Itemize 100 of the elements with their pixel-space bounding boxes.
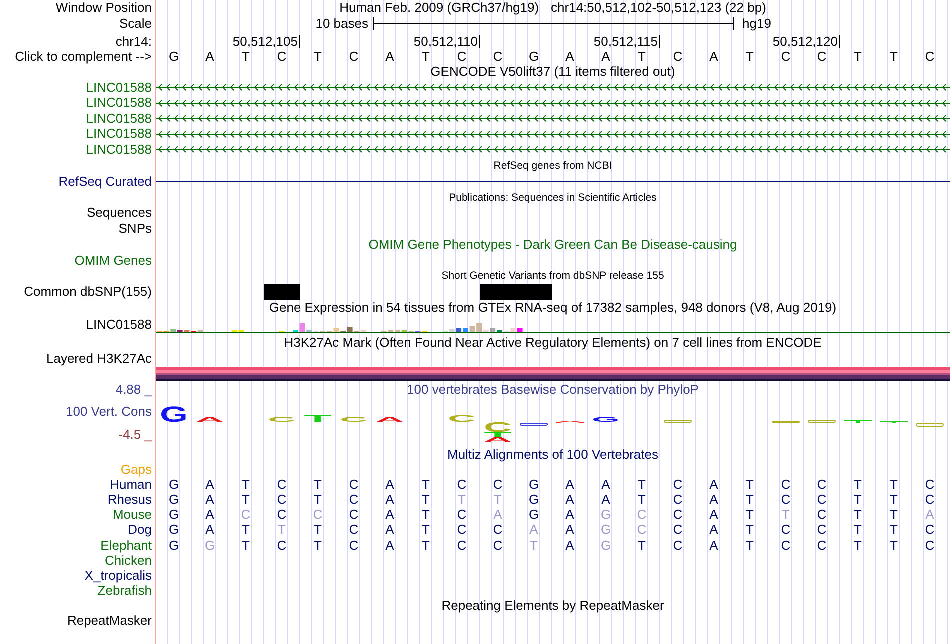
base-letter: A [602, 50, 610, 64]
track-label[interactable]: OMIM Genes [74, 254, 152, 268]
track-label[interactable]: Rhesus [108, 493, 152, 508]
alignment-base: T [746, 493, 754, 508]
alignment-base: T [422, 523, 430, 538]
base-letter: T [422, 50, 430, 64]
alignment-base: C [673, 538, 683, 553]
alignment-base: A [386, 493, 394, 508]
track-label[interactable]: 100 Vert. Cons [66, 405, 152, 418]
assembly-text: Human Feb. 2009 (GRCh37/hg19) [340, 1, 540, 15]
ruler-label: 50,512,105 [232, 35, 300, 48]
alignment-base: G [168, 523, 180, 538]
alignment-base: C [817, 523, 827, 538]
genome-name-text: hg19 [742, 16, 772, 30]
alignment-base: A [566, 493, 574, 508]
conservation-mark [808, 420, 836, 422]
track-label[interactable]: RepeatMasker [67, 614, 152, 628]
alignment-base: C [349, 508, 359, 522]
base-letter: G [168, 50, 180, 64]
track-title: Short Genetic Variants from dbSNP release 155 [442, 270, 664, 282]
alignment-base: C [673, 508, 683, 522]
base-letter: A [710, 50, 718, 64]
base-letter: C [925, 50, 935, 64]
alignment-base: C [817, 493, 827, 508]
track-label[interactable]: LINC01588 [86, 80, 152, 95]
conservation-mark [844, 420, 872, 422]
scale-label: Scale [119, 16, 152, 30]
complement-label[interactable]: Click to complement --> [15, 50, 152, 64]
track-label[interactable]: SNPs [118, 222, 152, 236]
track-label[interactable]: Layered H3K27Ac [46, 352, 152, 365]
track-label[interactable]: RefSeq Curated [58, 174, 152, 188]
alignment-base: C [637, 508, 647, 522]
alignment-base: C [925, 523, 935, 538]
alignment-base: T [422, 478, 430, 492]
chromosome-label: chr14: [116, 35, 152, 49]
alignment-base: C [457, 523, 467, 538]
alignment-base: G [168, 508, 180, 522]
track-label[interactable]: Elephant [100, 538, 152, 553]
alignment-base: T [854, 538, 862, 553]
track-title: H3K27Ac Mark (Often Found Near Active Regulatory Elements) on 7 cell lines from ENCODE [284, 336, 822, 350]
track-label[interactable]: Dog [128, 523, 152, 538]
alignment-base: T [242, 493, 250, 508]
base-letter: C [817, 50, 827, 64]
alignment-base: A [530, 523, 538, 538]
alignment-base: T [746, 523, 754, 538]
conservation-mark [556, 420, 584, 422]
alignment-base: G [528, 478, 540, 492]
alignment-base: G [168, 493, 180, 508]
conservation-mark [520, 422, 548, 426]
ruler-label: 50,512,110 [414, 35, 480, 48]
alignment-base: T [890, 523, 898, 538]
track-title: RefSeq genes from NCBI [494, 160, 612, 172]
alignment-base: G [528, 493, 540, 508]
alignment-base: T [278, 523, 286, 538]
alignment-base: T [422, 493, 430, 508]
track-label[interactable]: LINC01588 [86, 127, 152, 142]
track-label[interactable]: X_tropicalis [84, 568, 152, 583]
track-title: Repeating Elements by RepeatMasker [442, 599, 664, 614]
alignment-base: T [782, 508, 790, 522]
logo-letter: C [484, 422, 512, 432]
alignment-base: C [925, 478, 935, 492]
track-label[interactable]: Mouse [112, 508, 152, 522]
track-label[interactable]: LINC01588 [86, 112, 152, 126]
alignment-base: T [890, 478, 898, 492]
base-letter: A [206, 50, 214, 64]
alignment-base: A [206, 478, 214, 492]
base-letter: G [528, 50, 540, 64]
track-label[interactable]: Human [110, 478, 152, 492]
track-label[interactable]: LINC01588 [86, 318, 152, 332]
alignment-base: T [314, 478, 322, 492]
variant-block[interactable] [480, 284, 552, 300]
track-label[interactable]: Sequences [86, 206, 152, 220]
alignment-base: G [600, 508, 612, 522]
track-label[interactable]: LINC01588 [86, 96, 152, 110]
alignment-base: C [781, 493, 791, 508]
alignment-base: T [458, 493, 466, 508]
base-letter: C [349, 50, 359, 64]
alignment-base: C [781, 478, 791, 492]
alignment-base: A [206, 493, 214, 508]
alignment-base: T [890, 493, 898, 508]
alignment-base: C [277, 538, 287, 553]
alignment-base: A [494, 508, 502, 522]
track-label[interactable]: Common dbSNP(155) [24, 284, 152, 299]
alignment-base: T [242, 478, 250, 492]
base-letter: T [638, 50, 646, 64]
track-label[interactable]: LINC01588 [86, 142, 152, 157]
logo-letter: T [304, 416, 332, 422]
variant-block[interactable] [264, 284, 300, 300]
track-label[interactable]: Zebrafish [98, 584, 152, 598]
alignment-base: A [566, 538, 574, 553]
alignment-base: C [349, 478, 359, 492]
alignment-base: A [710, 538, 718, 553]
alignment-base: A [386, 538, 394, 553]
axis-max-label: 4.88 _ [116, 383, 152, 397]
base-letter: T [746, 50, 754, 64]
alignment-base: A [926, 508, 934, 522]
alignment-base: T [422, 538, 430, 553]
track-label[interactable]: Chicken [105, 554, 152, 568]
alignment-base: T [422, 508, 430, 522]
alignment-base: C [781, 523, 791, 538]
